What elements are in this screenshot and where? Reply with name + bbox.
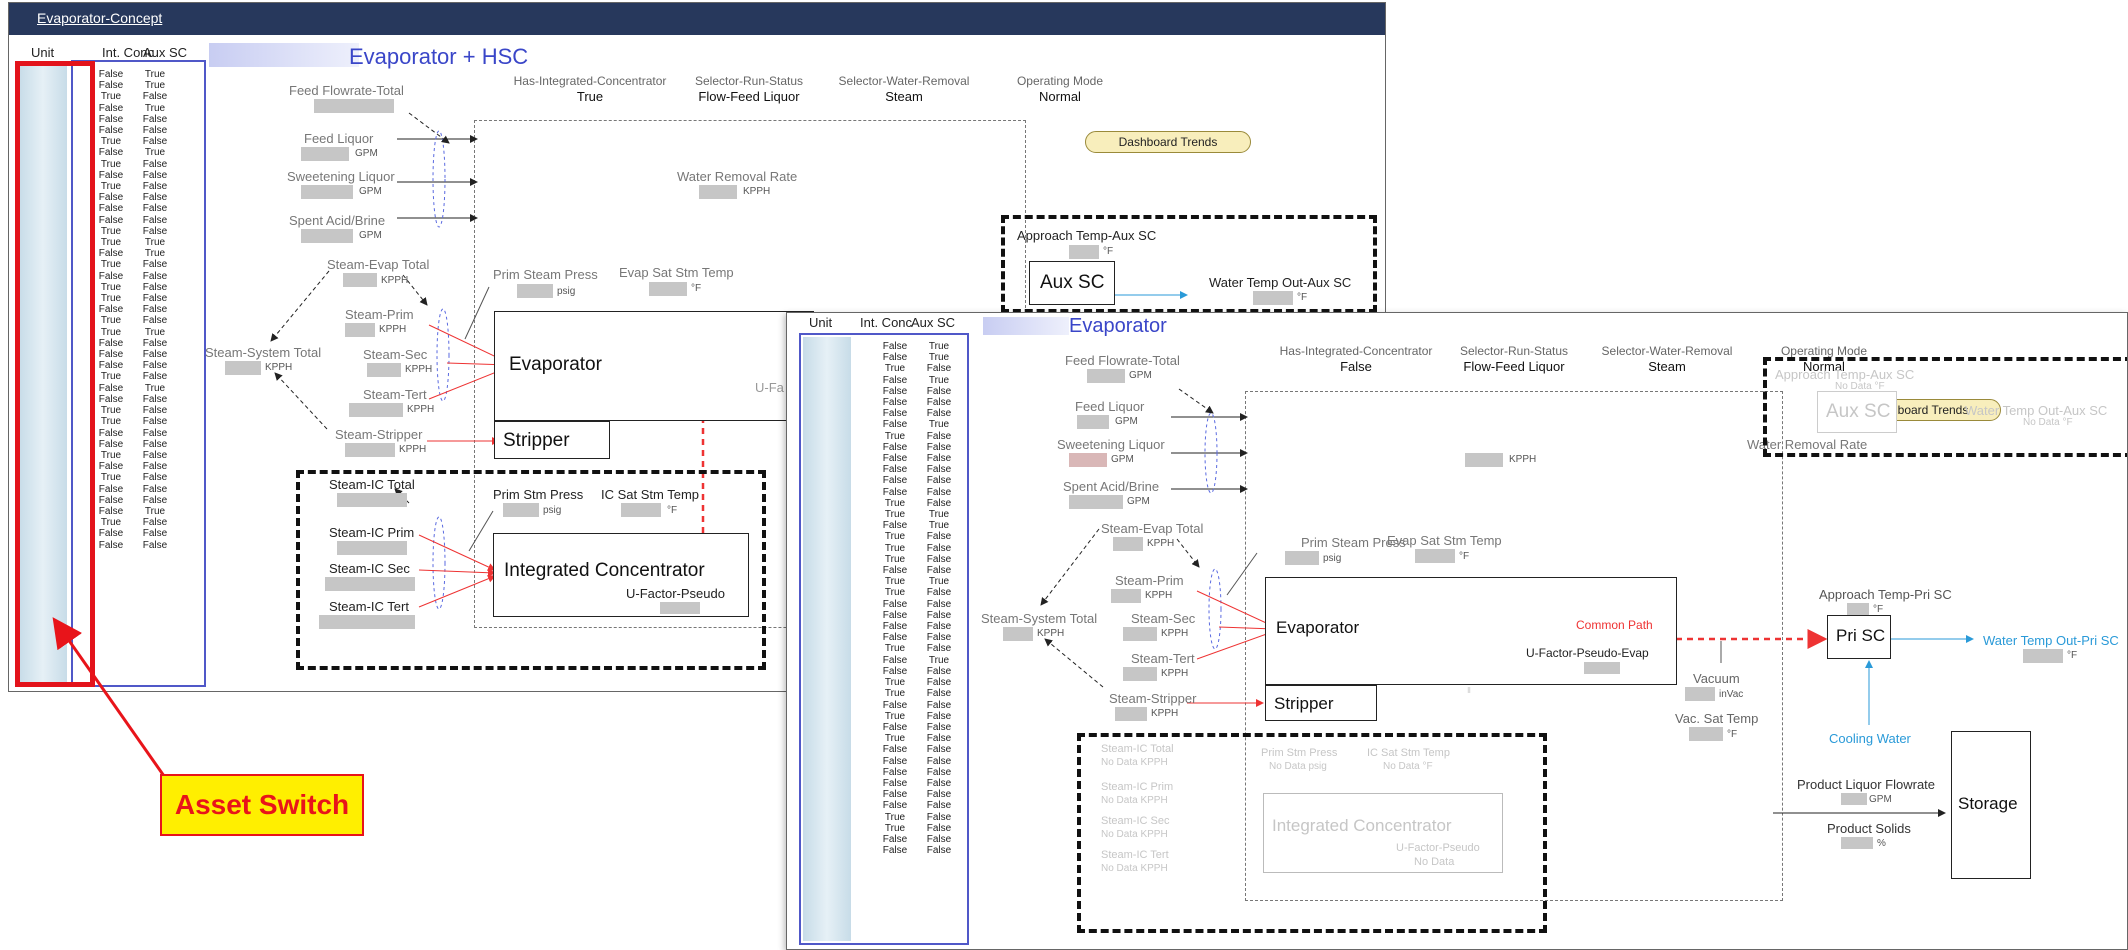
asset-switch-callout: Asset Switch bbox=[160, 774, 364, 836]
